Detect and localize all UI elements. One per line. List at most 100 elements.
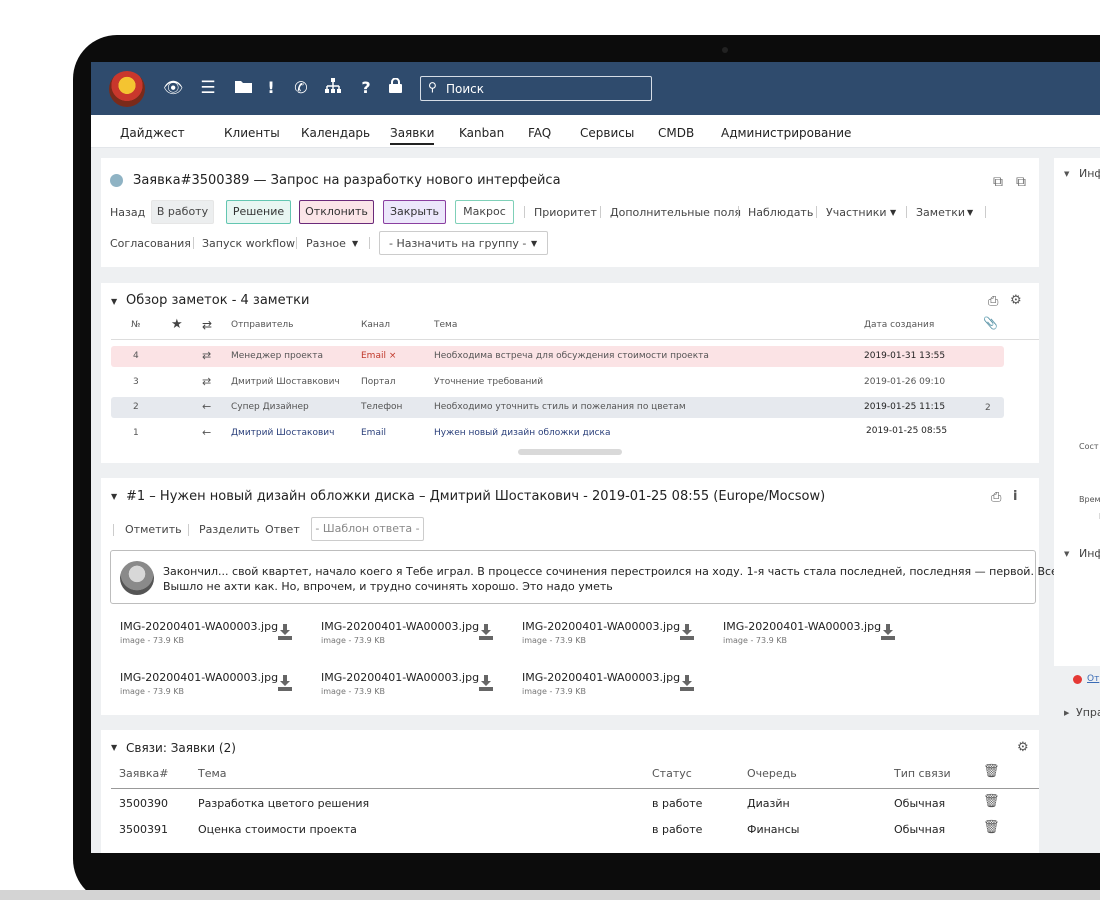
star-icon[interactable]: ★ — [171, 317, 183, 332]
col-link-type[interactable]: Тип связи — [894, 767, 951, 780]
attachment-name[interactable]: IMG-20200401-WA00003.jpg — [120, 671, 278, 684]
extra-fields-link[interactable]: Дополнительные поля — [610, 206, 741, 219]
approvals-link[interactable]: Согласования — [110, 237, 191, 250]
print-icon[interactable]: ⎙ — [988, 294, 998, 309]
attachment-name[interactable]: IMG-20200401-WA00003.jpg — [321, 671, 479, 684]
col-subject[interactable]: Тема — [198, 767, 227, 780]
link-subject[interactable]: Разработка цветого решения — [198, 797, 369, 810]
reject-button[interactable]: Отклонить — [299, 200, 374, 224]
nav-item-calendar[interactable]: Календарь — [301, 126, 370, 140]
folder-icon[interactable] — [233, 78, 253, 98]
priority-link[interactable]: Приоритет — [534, 206, 597, 219]
info-icon[interactable]: i — [1013, 489, 1017, 504]
link-ticket-id[interactable]: 3500391 — [119, 823, 168, 836]
watch-link[interactable]: Наблюдать — [748, 206, 813, 219]
col-sender[interactable]: Отправитель — [231, 320, 293, 330]
chevron-down-icon[interactable]: ▼ — [890, 208, 896, 217]
lock-icon[interactable] — [385, 77, 405, 98]
note-subject[interactable]: Нужен новый дизайн обложки диска — [434, 428, 611, 438]
solution-button[interactable]: Решение — [226, 200, 291, 224]
note-subject[interactable]: Уточнение требований — [434, 377, 543, 387]
link-view-icon[interactable]: ⧉ — [1016, 174, 1026, 190]
collapse-icon[interactable]: ▼ — [1064, 170, 1069, 178]
col-date[interactable]: Дата создания — [864, 320, 934, 330]
list-icon[interactable]: ☰ — [198, 78, 218, 98]
exclamation-icon[interactable]: ! — [261, 78, 281, 98]
hierarchy-icon[interactable] — [323, 78, 343, 98]
note-sender[interactable]: Менеджер проекта — [231, 351, 323, 361]
notes-link[interactable]: Заметки — [916, 206, 965, 219]
trash-icon[interactable]: 🗑 — [983, 820, 1000, 835]
phone-icon[interactable]: ✆ — [291, 78, 311, 98]
print-icon[interactable]: ⎙ — [991, 490, 1001, 505]
close-button[interactable]: Закрыть — [383, 200, 446, 224]
mark-link[interactable]: Отметить — [125, 523, 182, 536]
note-num: 4 — [133, 351, 139, 361]
workflow-link[interactable]: Запуск workflow — [202, 237, 295, 250]
chevron-down-icon[interactable]: ▼ — [352, 239, 358, 248]
trash-icon[interactable]: 🗑 — [983, 794, 1000, 809]
horizontal-scrollbar[interactable] — [518, 449, 622, 455]
assign-group-select[interactable]: - Назначить на группу - ▼ — [379, 231, 548, 255]
note-subject[interactable]: Необходимо уточнить стиль и пожелания по… — [434, 402, 686, 412]
chevron-down-icon[interactable]: ▼ — [967, 208, 973, 217]
note-sender[interactable]: Супер Дизайнер — [231, 402, 309, 412]
nav-item-services[interactable]: Сервисы — [580, 126, 634, 140]
download-icon[interactable] — [479, 624, 493, 640]
nav-item-admin[interactable]: Администрирование — [721, 126, 851, 140]
nav-item-clients[interactable]: Клиенты — [224, 126, 280, 140]
download-icon[interactable] — [680, 675, 694, 691]
app-screen: 👁 ☰ ! ✆ ? ⚲ Дайджест Клиенты Календарь З… — [91, 62, 1100, 853]
col-ticket-id[interactable]: Заявка# — [119, 767, 169, 780]
attachment-name[interactable]: IMG-20200401-WA00003.jpg — [120, 620, 278, 633]
reply-template-select[interactable]: - Шаблон ответа - — [311, 517, 424, 541]
participants-link[interactable]: Участники — [826, 206, 887, 219]
nav-item-cmdb[interactable]: CMDB — [658, 126, 694, 140]
nav-item-digest[interactable]: Дайджест — [120, 126, 185, 140]
note-sender[interactable]: Дмитрий Шостакович — [231, 428, 334, 438]
eye-icon[interactable]: 👁 — [163, 78, 183, 98]
search-input[interactable] — [446, 80, 646, 98]
collapse-icon[interactable]: ▼ — [111, 743, 117, 752]
expand-icon[interactable]: ▶ — [1064, 709, 1069, 717]
separator — [738, 206, 739, 218]
download-icon[interactable] — [278, 675, 292, 691]
gear-icon[interactable]: ⚙ — [1017, 740, 1029, 755]
download-icon[interactable] — [680, 624, 694, 640]
back-button[interactable]: Назад — [110, 206, 145, 219]
attachment-name[interactable]: IMG-20200401-WA00003.jpg — [723, 620, 881, 633]
col-status[interactable]: Статус — [652, 767, 692, 780]
avatar[interactable] — [109, 71, 145, 107]
alert-link[interactable]: От — [1087, 674, 1099, 684]
in-work-button[interactable]: В работу — [151, 200, 214, 224]
gear-icon[interactable]: ⚙ — [1010, 293, 1022, 308]
col-subject[interactable]: Тема — [434, 320, 457, 330]
misc-link[interactable]: Разное — [306, 237, 346, 250]
nav-item-tickets[interactable]: Заявки — [390, 126, 435, 145]
link-ticket-id[interactable]: 3500390 — [119, 797, 168, 810]
download-icon[interactable] — [479, 675, 493, 691]
attachment-name[interactable]: IMG-20200401-WA00003.jpg — [522, 671, 680, 684]
download-icon[interactable] — [278, 624, 292, 640]
reply-link[interactable]: Ответ — [265, 523, 300, 536]
collapse-icon[interactable]: ▼ — [1064, 550, 1069, 558]
split-link[interactable]: Разделить — [199, 523, 260, 536]
col-channel[interactable]: Канал — [361, 320, 390, 330]
nav-item-faq[interactable]: FAQ — [528, 126, 551, 140]
note-subject[interactable]: Необходима встреча для обсуждения стоимо… — [434, 351, 709, 361]
question-icon[interactable]: ? — [356, 78, 376, 98]
nav-item-kanban[interactable]: Kanban — [459, 126, 504, 140]
collapse-icon[interactable]: ▼ — [111, 492, 117, 501]
macro-button[interactable]: Макрос — [455, 200, 514, 224]
attachment-name[interactable]: IMG-20200401-WA00003.jpg — [321, 620, 479, 633]
note-sender[interactable]: Дмитрий Шоставкович — [231, 377, 340, 387]
split-view-icon[interactable]: ⧉ — [993, 174, 1003, 190]
link-subject[interactable]: Оценка стоимости проекта — [198, 823, 357, 836]
search-box[interactable]: ⚲ — [420, 76, 652, 101]
attachment-name[interactable]: IMG-20200401-WA00003.jpg — [522, 620, 680, 633]
download-icon[interactable] — [881, 624, 895, 640]
collapse-icon[interactable]: ▼ — [111, 297, 117, 306]
col-num: № — [131, 320, 141, 330]
attachment-meta: image - 73.9 KB — [120, 636, 184, 645]
col-queue[interactable]: Очередь — [747, 767, 797, 780]
